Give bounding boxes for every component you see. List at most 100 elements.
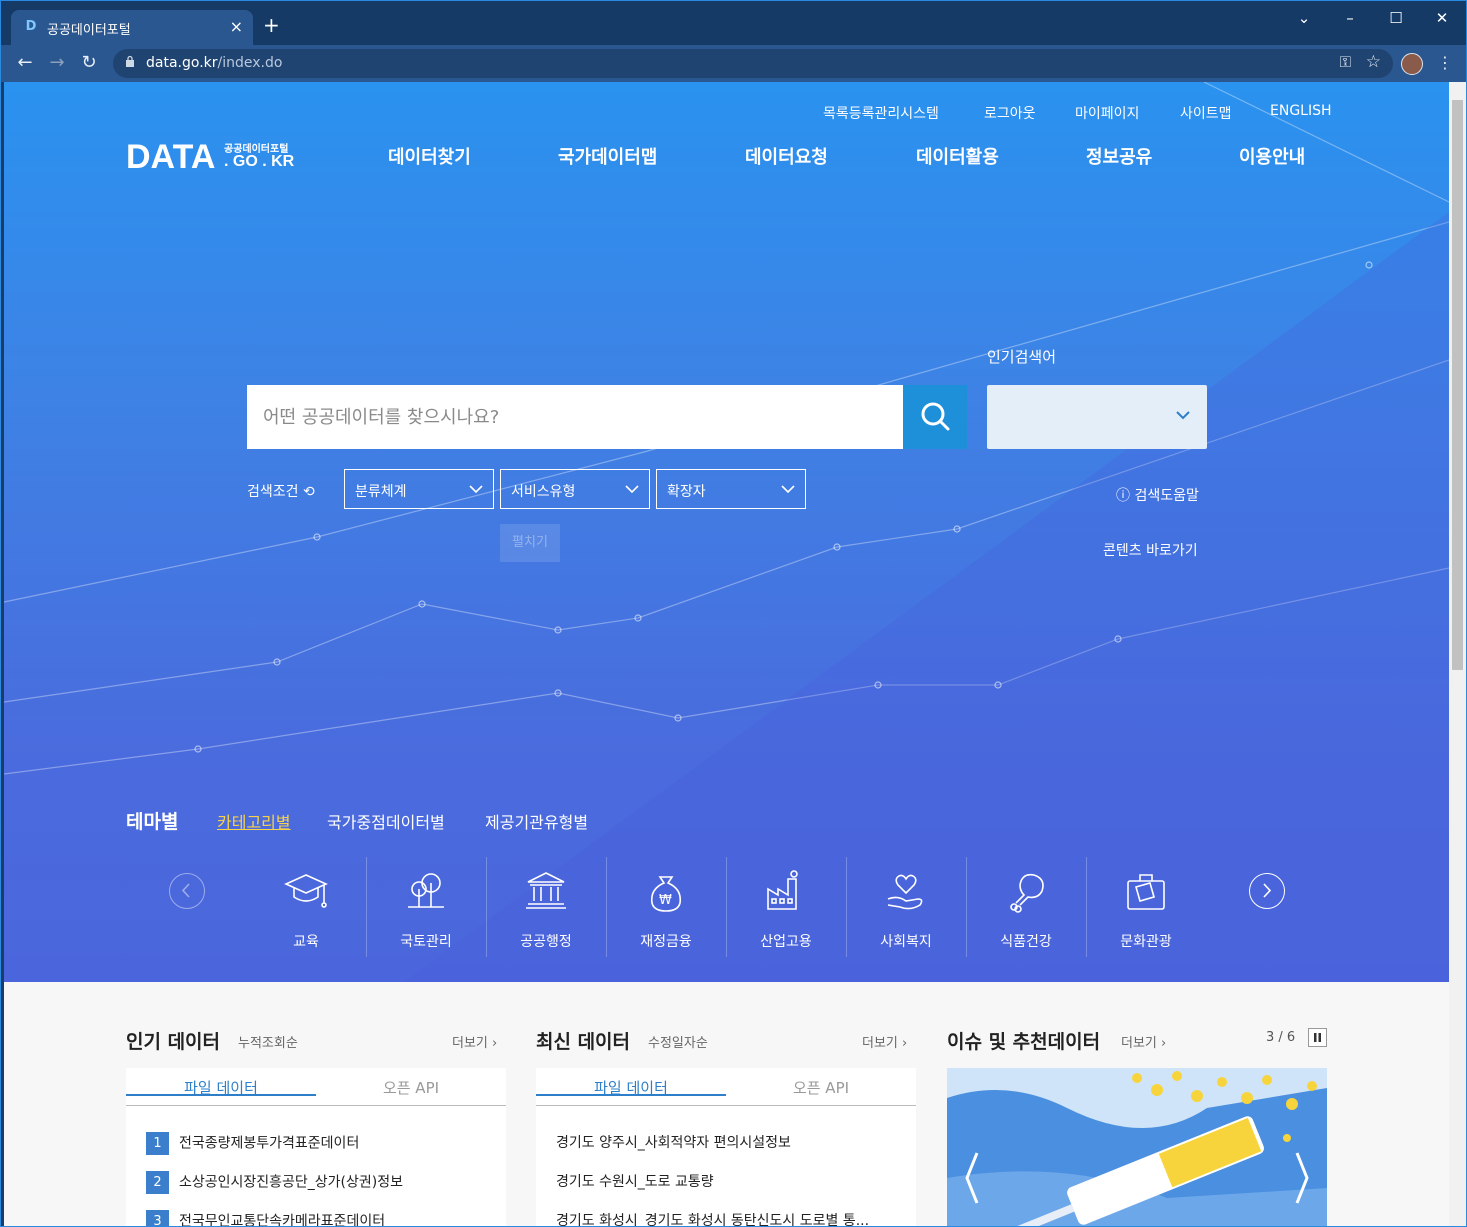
tab-open-api[interactable]: 오픈 API	[726, 1077, 916, 1098]
browser-tab[interactable]: D 공공데이터포털 ×	[11, 10, 253, 45]
categories-next-button[interactable]	[1249, 873, 1285, 909]
minimize-icon[interactable]: –	[1335, 9, 1365, 27]
recent-data-more-link[interactable]: 더보기 ›	[862, 1032, 907, 1051]
reset-icon[interactable]: ⟲	[303, 484, 315, 500]
close-tab-icon[interactable]: ×	[230, 17, 243, 36]
profile-avatar[interactable]	[1401, 53, 1423, 75]
bookmark-star-icon[interactable]: ☆	[1366, 52, 1381, 72]
recent-data-list: 경기도 양주시_사회적약자 편의시설정보 경기도 수원시_도로 교통량 경기도 …	[536, 1106, 916, 1226]
gnb-guide[interactable]: 이용안내	[1239, 143, 1305, 169]
maximize-icon[interactable]: ☐	[1381, 9, 1411, 27]
search-button[interactable]	[903, 385, 967, 449]
search-help-link[interactable]: ⓘ 검색도움말	[1116, 485, 1199, 505]
popular-keywords-label: 인기검색어	[987, 348, 1057, 366]
category-public-admin[interactable]: 공공행정	[486, 857, 606, 957]
list-item[interactable]: 3 전국무인교통단속카메라표준데이터	[146, 1210, 386, 1227]
top-link-mypage[interactable]: 마이페이지	[1075, 103, 1139, 123]
category-label: 사회복지	[880, 934, 932, 950]
filter-service-type-label: 서비스유형	[511, 484, 576, 500]
search-icon	[921, 402, 950, 431]
vaccine-illustration	[947, 1068, 1327, 1226]
close-window-icon[interactable]: ✕	[1427, 9, 1457, 27]
list-item[interactable]: 2 소상공인시장진흥공단_상가(상권)정보	[146, 1171, 403, 1194]
list-item[interactable]: 경기도 수원시_도로 교통량	[556, 1171, 714, 1191]
top-link-sitemap[interactable]: 사이트맵	[1180, 103, 1232, 123]
browser-window: D 공공데이터포털 × + ⌄ – ☐ ✕ ← → ↻ data.go.kr/i…	[0, 0, 1467, 1227]
popular-data-tabs: 파일 데이터 오픈 API	[126, 1068, 506, 1106]
category-label: 산업고용	[760, 934, 812, 950]
category-land-management[interactable]: 국토관리	[366, 857, 486, 957]
vertical-scrollbar[interactable]	[1449, 82, 1466, 1226]
popular-keywords-dropdown[interactable]	[987, 385, 1207, 449]
list-item[interactable]: 경기도 양주시_사회적약자 편의시설정보	[556, 1132, 791, 1152]
gnb-data-request[interactable]: 데이터요청	[745, 143, 828, 169]
list-item-label: 전국무인교통단속카메라표준데이터	[179, 1213, 386, 1227]
popular-data-sort: 누적조회순	[238, 1036, 298, 1051]
factory-icon	[767, 870, 798, 910]
category-label: 재정금융	[640, 934, 692, 950]
list-item[interactable]: 경기도 화성시_경기도 화성시 동탄신도시 도로별 통...	[556, 1210, 869, 1226]
category-label: 공공행정	[520, 934, 572, 950]
filter-extension-label: 확장자	[667, 484, 706, 500]
back-icon[interactable]: ←	[13, 53, 37, 73]
browser-toolbar: ← → ↻ data.go.kr/index.do ⚿ ☆ ⋮	[1, 45, 1466, 82]
tab-open-api[interactable]: 오픈 API	[316, 1077, 506, 1098]
category-culture-tourism[interactable]: 문화관광	[1086, 857, 1206, 957]
chevron-down-icon	[781, 485, 795, 494]
pause-button[interactable]	[1308, 1028, 1327, 1047]
pause-icon	[1314, 1033, 1321, 1042]
filter-service-type[interactable]: 서비스유형	[500, 469, 650, 509]
list-item-label: 소상공인시장진흥공단_상가(상권)정보	[179, 1174, 404, 1191]
recent-data-tabs: 파일 데이터 오픈 API	[536, 1068, 916, 1106]
category-industry[interactable]: 산업고용	[726, 857, 846, 957]
filter-category[interactable]: 분류체계	[344, 469, 494, 509]
search-box	[247, 385, 904, 449]
top-link-catalog[interactable]: 목록등록관리시스템	[823, 103, 939, 123]
new-tab-icon[interactable]: +	[263, 15, 280, 35]
info-icon: ⓘ	[1116, 488, 1130, 504]
graduation-cap-icon	[284, 874, 328, 908]
reload-icon[interactable]: ↻	[77, 53, 101, 73]
theme-title: 테마별	[126, 811, 179, 833]
categories-prev-button[interactable]	[169, 873, 205, 909]
tab-national-key-data[interactable]: 국가중점데이터별	[327, 809, 445, 833]
scrollbar-thumb[interactable]	[1452, 100, 1463, 670]
category-label: 교육	[293, 934, 319, 950]
tab-file-data[interactable]: 파일 데이터	[536, 1068, 726, 1097]
popular-data-list: 1 전국종량제봉투가격표준데이터 2 소상공인시장진흥공단_상가(상권)정보 3 전국…	[126, 1106, 506, 1227]
tab-provider-type[interactable]: 제공기관유형별	[485, 809, 588, 833]
decorative-chart-lines	[4, 82, 1449, 982]
expand-button[interactable]: 펼치기	[500, 524, 560, 562]
gnb-data-use[interactable]: 데이터활용	[916, 143, 999, 169]
gnb-info-share[interactable]: 정보공유	[1086, 143, 1152, 169]
tab-search-icon[interactable]: ⌄	[1289, 9, 1319, 27]
svg-text:₩: ₩	[659, 893, 672, 908]
popular-data-more-link[interactable]: 더보기 ›	[452, 1032, 497, 1051]
category-education[interactable]: 교육	[246, 857, 366, 957]
heart-hand-icon	[887, 874, 923, 910]
tab-category[interactable]: 카테고리별	[217, 809, 291, 833]
gnb-find-data[interactable]: 데이터찾기	[388, 143, 471, 169]
site-logo[interactable]: DATA 공공데이터포털 . GO . KR	[126, 138, 294, 177]
chevron-left-icon	[181, 883, 190, 898]
top-link-english[interactable]: ENGLISH	[1270, 103, 1332, 119]
tab-file-data[interactable]: 파일 데이터	[126, 1068, 316, 1097]
category-welfare[interactable]: 사회복지	[846, 857, 966, 957]
browser-menu-icon[interactable]: ⋮	[1437, 53, 1453, 72]
issue-banner[interactable]	[947, 1068, 1327, 1226]
top-link-logout[interactable]: 로그아웃	[984, 103, 1036, 123]
category-finance[interactable]: ₩ 재정금융	[606, 857, 726, 957]
suitcase-icon	[1127, 874, 1165, 910]
search-input[interactable]	[247, 385, 904, 449]
category-food-health[interactable]: 식품건강	[966, 857, 1086, 957]
issue-more-link[interactable]: 더보기 ›	[1121, 1032, 1166, 1051]
list-item[interactable]: 1 전국종량제봉투가격표준데이터	[146, 1132, 359, 1155]
contents-shortcut-link[interactable]: 콘텐츠 바로가기	[1103, 540, 1198, 560]
chevron-down-icon	[469, 485, 483, 494]
rank-badge: 2	[146, 1171, 169, 1194]
forward-icon[interactable]: →	[45, 53, 69, 73]
gnb-national-data-map[interactable]: 국가데이터맵	[558, 143, 657, 169]
key-icon[interactable]: ⚿	[1340, 53, 1351, 71]
address-bar[interactable]: data.go.kr/index.do ⚿ ☆	[113, 49, 1393, 78]
filter-extension[interactable]: 확장자	[656, 469, 806, 509]
